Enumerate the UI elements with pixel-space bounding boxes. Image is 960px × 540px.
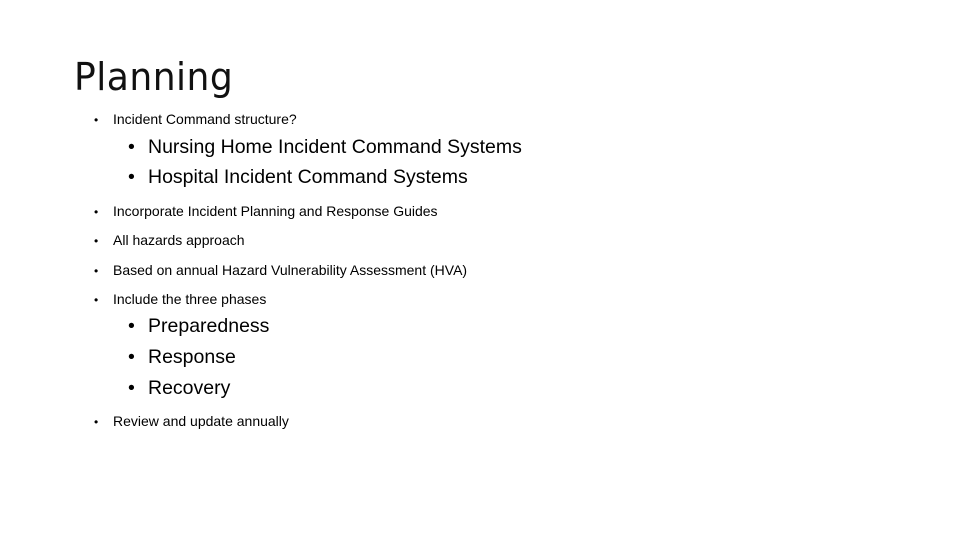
bullet-item: • Incorporate Incident Planning and Respo… <box>94 203 438 220</box>
sub-bullet-item: • Hospital Incident Command Systems <box>128 166 468 188</box>
bullet-icon: • <box>128 166 135 188</box>
bullet-item: • Review and update annually <box>94 413 289 430</box>
bullet-text: Recovery <box>148 377 231 399</box>
bullet-text: Incident Command structure? <box>113 111 297 127</box>
sub-bullet-item: • Response <box>128 346 236 368</box>
bullet-item: • Incident Command structure? <box>94 111 297 128</box>
bullet-item: • Include the three phases <box>94 291 266 308</box>
bullet-icon: • <box>94 293 99 307</box>
sub-bullet-item: • Recovery <box>128 377 230 399</box>
bullet-icon: • <box>94 415 99 429</box>
bullet-icon: • <box>94 205 99 219</box>
bullet-item: • Based on annual Hazard Vulnerability As… <box>94 262 467 279</box>
bullet-icon: • <box>94 113 99 127</box>
sub-bullet-item: • Nursing Home Incident Command Systems <box>128 136 522 158</box>
bullet-text: Include the three phases <box>113 291 267 307</box>
bullet-item: • All hazards approach <box>94 232 245 249</box>
slide-title: Planning <box>74 55 234 99</box>
bullet-icon: • <box>128 377 135 399</box>
bullet-icon: • <box>94 264 99 278</box>
bullet-icon: • <box>128 136 135 158</box>
bullet-icon: • <box>94 234 99 248</box>
bullet-text: Incorporate Incident Planning and Respon… <box>113 203 438 219</box>
bullet-text: Preparedness <box>148 315 270 337</box>
bullet-text: Response <box>148 346 236 368</box>
bullet-text: Review and update annually <box>113 413 289 429</box>
bullet-text: Based on annual Hazard Vulnerability Ass… <box>113 262 468 278</box>
bullet-text: Nursing Home Incident Command Systems <box>148 136 522 158</box>
bullet-text: Hospital Incident Command Systems <box>148 166 468 188</box>
bullet-text: All hazards approach <box>113 232 245 248</box>
bullet-icon: • <box>128 315 135 337</box>
sub-bullet-item: • Preparedness <box>128 315 269 337</box>
bullet-icon: • <box>128 346 135 368</box>
